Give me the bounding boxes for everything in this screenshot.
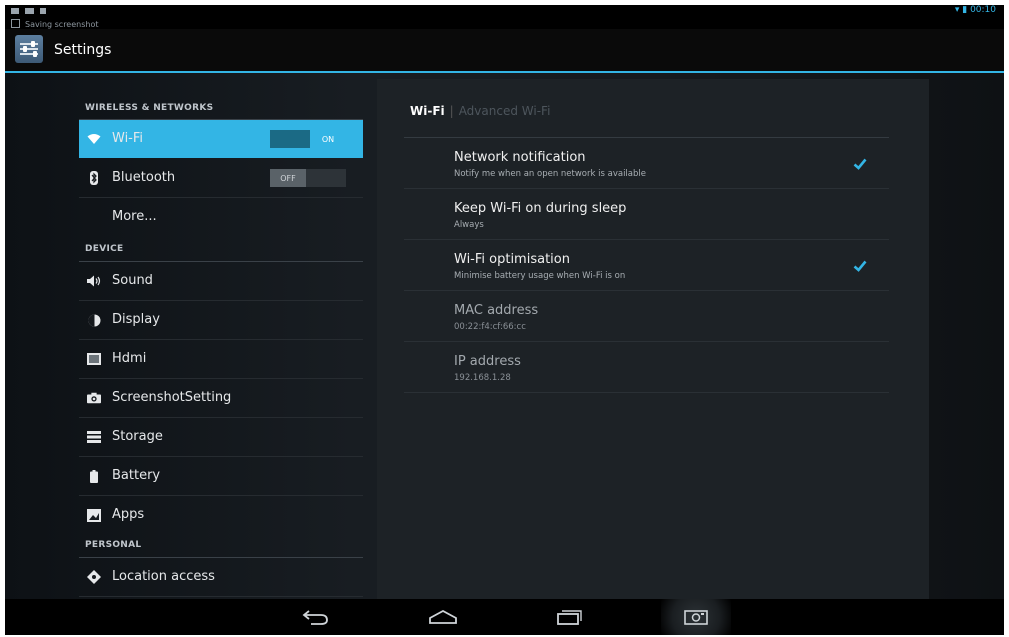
sidebar-item-label: More...: [112, 209, 157, 224]
storage-icon: [87, 430, 101, 444]
page-title: Settings: [54, 42, 112, 58]
status-notification: Saving screenshot: [11, 19, 99, 29]
checkmark-icon[interactable]: [853, 157, 867, 171]
pref-summary: Minimise battery usage when Wi-Fi is on: [454, 271, 626, 281]
category-wireless: WIRELESS & NETWORKS: [85, 103, 214, 113]
pref-network-notification[interactable]: Network notification Notify me when an o…: [404, 138, 889, 189]
speaker-icon: [87, 274, 101, 288]
pref-title: IP address: [454, 354, 521, 369]
pref-keep-wifi-on-during-sleep[interactable]: Keep Wi-Fi on during sleep Always: [404, 189, 889, 240]
wifi-detail-panel: Wi-Fi | Advanced Wi-Fi Network notificatio…: [377, 79, 929, 599]
sidebar-item-display[interactable]: Display: [79, 301, 363, 340]
display-icon: [87, 313, 101, 327]
navigation-bar: [5, 599, 1004, 635]
status-clock: ▾ ▮ 00:10: [955, 5, 996, 15]
sidebar-item-label: Bluetooth: [112, 170, 176, 185]
sidebar-item-label: ScreenshotSetting: [112, 390, 232, 405]
tab-wifi[interactable]: Wi-Fi: [410, 104, 445, 118]
wifi-icon: [87, 132, 101, 146]
notification-icon: [25, 8, 34, 14]
tab-advanced-wifi[interactable]: Advanced Wi-Fi: [459, 104, 551, 118]
category-device: DEVICE: [85, 244, 124, 254]
back-icon[interactable]: [295, 605, 335, 629]
sidebar-item-bluetooth[interactable]: Bluetooth OFF: [79, 159, 363, 198]
pref-summary: Notify me when an open network is availa…: [454, 169, 646, 179]
battery-icon: [87, 469, 101, 483]
checkmark-icon[interactable]: [853, 259, 867, 273]
checkbox-icon: [11, 19, 20, 28]
sidebar-item-apps[interactable]: Apps: [79, 496, 363, 534]
signal-icon: ▾: [954, 5, 960, 15]
sidebar-item-location-access[interactable]: Location access: [79, 558, 363, 597]
sidebar-item-more[interactable]: More...: [79, 198, 363, 236]
sidebar-item-label: Storage: [112, 429, 163, 444]
apps-icon: [87, 508, 101, 522]
camera-icon: [87, 391, 101, 405]
pref-title: Keep Wi-Fi on during sleep: [454, 201, 627, 216]
pref-mac-address: MAC address 00:22:f4:cf:66:cc: [404, 291, 889, 342]
pref-title: Wi-Fi optimisation: [454, 252, 570, 267]
pref-title: MAC address: [454, 303, 539, 318]
screenshot-icon[interactable]: [661, 599, 731, 635]
battery-status-icon: ▮: [962, 5, 968, 15]
pref-summary: Always: [454, 220, 484, 230]
toggle-state: OFF: [270, 169, 306, 187]
location-icon: [87, 570, 101, 584]
pref-ip-address: IP address 192.168.1.28: [404, 342, 889, 393]
pref-summary: 192.168.1.28: [454, 373, 511, 383]
sidebar-item-label: Apps: [112, 507, 145, 522]
settings-sliders-icon[interactable]: [15, 35, 43, 63]
sidebar-item-sound[interactable]: Sound: [79, 262, 363, 301]
sidebar-item-label: Sound: [112, 273, 153, 288]
wifi-tabs: Wi-Fi | Advanced Wi-Fi: [410, 104, 550, 118]
status-notification-text: Saving screenshot: [25, 20, 99, 29]
settings-content: WIRELESS & NETWORKS Wi-Fi ON Bluetooth O…: [5, 73, 1004, 599]
sidebar-item-wifi[interactable]: Wi-Fi ON: [79, 120, 363, 158]
sidebar-item-label: Hdmi: [112, 351, 147, 366]
recent-apps-icon[interactable]: [549, 605, 589, 629]
notification-icon: [11, 8, 19, 14]
status-time: 00:10: [970, 5, 996, 15]
action-bar: Settings: [5, 29, 1004, 73]
status-bar: Saving screenshot ▾ ▮ 00:10: [5, 5, 1004, 29]
category-personal: PERSONAL: [85, 540, 142, 550]
sidebar-item-hdmi[interactable]: Hdmi: [79, 340, 363, 379]
tab-separator: |: [449, 104, 454, 118]
sidebar-item-screenshot-setting[interactable]: ScreenshotSetting: [79, 379, 363, 418]
bluetooth-icon: [87, 171, 101, 185]
sidebar-item-storage[interactable]: Storage: [79, 418, 363, 457]
sidebar-item-battery[interactable]: Battery: [79, 457, 363, 496]
sidebar-item-label: Location access: [112, 569, 215, 584]
sidebar-item-label: Wi-Fi: [112, 131, 144, 146]
pref-title: Network notification: [454, 150, 586, 165]
pref-wifi-optimisation[interactable]: Wi-Fi optimisation Minimise battery usag…: [404, 240, 889, 291]
settings-category-list: WIRELESS & NETWORKS Wi-Fi ON Bluetooth O…: [79, 73, 363, 599]
pref-summary: 00:22:f4:cf:66:cc: [454, 322, 526, 332]
bluetooth-toggle[interactable]: OFF: [270, 169, 346, 187]
toggle-state: ON: [310, 130, 346, 148]
wifi-toggle[interactable]: ON: [270, 130, 346, 148]
sidebar-item-label: Battery: [112, 468, 161, 483]
hdmi-icon: [87, 352, 101, 366]
notification-icon: [40, 8, 46, 14]
android-screen: Saving screenshot ▾ ▮ 00:10 Settings WIR…: [5, 5, 1004, 635]
home-icon[interactable]: [423, 605, 463, 629]
sidebar-item-label: Display: [112, 312, 160, 327]
